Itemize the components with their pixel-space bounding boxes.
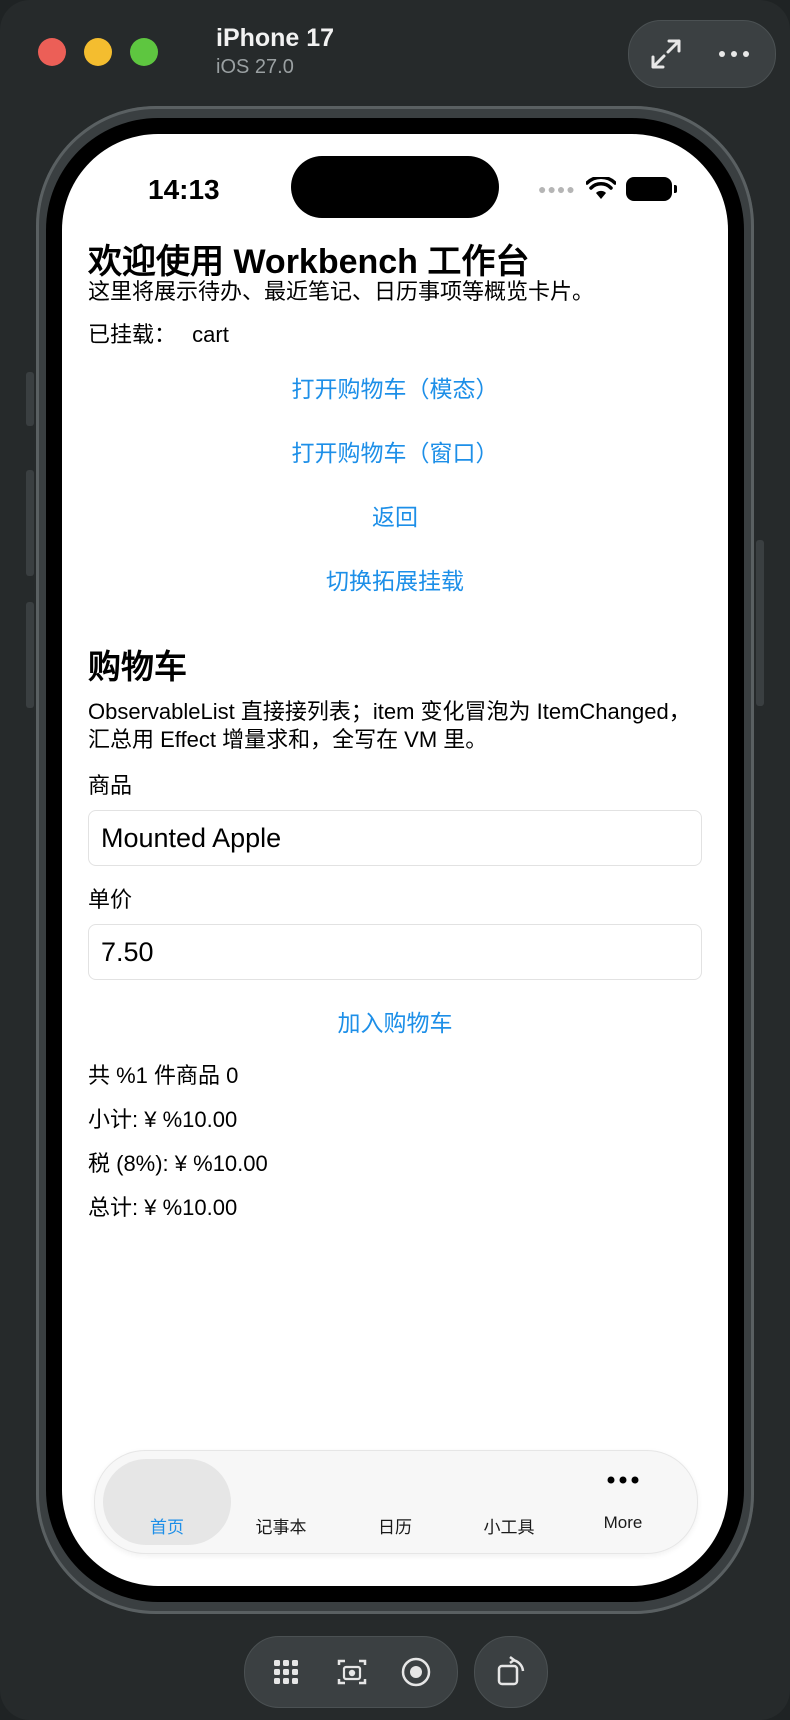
tab-label: 记事本 (255, 1518, 307, 1537)
rotate-icon[interactable] (490, 1651, 532, 1693)
volume-down-button[interactable] (26, 602, 34, 708)
action-button[interactable] (26, 372, 34, 426)
grid-icon (274, 1660, 298, 1684)
os-version: iOS 27.0 (216, 56, 294, 78)
device-name: iPhone 17 (216, 24, 335, 52)
rotate-control (474, 1636, 548, 1708)
record-icon[interactable] (395, 1651, 437, 1693)
wifi-icon (585, 177, 616, 199)
zoom-window-button[interactable] (130, 38, 158, 66)
toggle-extension-button[interactable]: 切换拓展挂载 (88, 562, 702, 596)
more-dots-icon (607, 1476, 639, 1484)
tab-label: 日历 (378, 1518, 412, 1537)
open-cart-modal-button[interactable]: 打开购物车（模态） (88, 370, 702, 404)
expand-icon[interactable] (647, 35, 685, 73)
tab-notes[interactable]: 记事本 (225, 1451, 337, 1553)
open-cart-window-button[interactable]: 打开购物车（窗口） (88, 434, 702, 468)
back-button[interactable]: 返回 (88, 498, 702, 532)
tab-calendar[interactable]: 日历 (339, 1451, 451, 1553)
price-label: 单价 (88, 887, 133, 912)
tab-tools[interactable]: 小工具 (453, 1451, 565, 1553)
home-grid-icon[interactable] (265, 1651, 307, 1693)
tab-label: 首页 (150, 1518, 184, 1537)
page-subtitle: 这里将展示待办、最近笔记、日历事项等概览卡片。 (88, 279, 595, 304)
tab-label: More (603, 1513, 643, 1532)
tab-more[interactable]: More (567, 1451, 679, 1553)
tab-bar: 首页 记事本 日历 小工具 More (94, 1450, 698, 1554)
camera-icon (337, 1659, 367, 1685)
mounted-status: 已挂载： cart (88, 317, 229, 349)
status-time: 14:13 (148, 174, 220, 205)
rotate-device-icon (497, 1656, 525, 1686)
dynamic-island (291, 156, 499, 218)
battery-icon (625, 177, 677, 201)
simulator-controls (244, 1636, 458, 1708)
tab-label: 小工具 (483, 1518, 535, 1537)
mounted-value: cart (192, 322, 229, 347)
add-to-cart-button[interactable]: 加入购物车 (88, 1004, 702, 1038)
more-options-icon[interactable] (715, 35, 753, 73)
window-toolbar (628, 20, 776, 88)
product-label: 商品 (88, 773, 133, 798)
close-window-button[interactable] (38, 38, 66, 66)
item-count: 共 %1 件商品 0 (88, 1063, 239, 1088)
cart-title: 购物车 (88, 648, 187, 685)
screenshot-icon[interactable] (331, 1651, 373, 1693)
minimize-window-button[interactable] (84, 38, 112, 66)
volume-up-button[interactable] (26, 470, 34, 576)
ellipsis-icon (719, 51, 749, 57)
total: 总计: ¥ %10.00 (88, 1195, 238, 1220)
expand-arrows-icon (651, 39, 681, 69)
subtotal: 小计: ¥ %10.00 (88, 1107, 238, 1132)
simulator-window: iPhone 17 iOS 27.0 14:13 ●●●● 欢迎使用 Workb… (0, 0, 790, 1720)
tab-home[interactable]: 首页 (111, 1451, 223, 1553)
price-input[interactable]: 7.50 (88, 924, 702, 980)
power-button[interactable] (756, 540, 764, 706)
product-input[interactable]: Mounted Apple (88, 810, 702, 866)
ellipsis-icon (567, 1469, 679, 1497)
cellular-signal-icon: ●●●● (538, 181, 576, 197)
cart-description: ObservableList 直接接列表；item 变化冒泡为 ItemChan… (88, 699, 691, 752)
tax: 税 (8%): ¥ %10.00 (88, 1151, 268, 1176)
status-indicators: ●●●● (538, 174, 677, 204)
mounted-label: 已挂载： (88, 322, 177, 347)
record-circle-icon (401, 1657, 431, 1687)
device-screen: 14:13 ●●●● 欢迎使用 Workbench 工作台 这里将展示待办、最近… (62, 134, 728, 1586)
